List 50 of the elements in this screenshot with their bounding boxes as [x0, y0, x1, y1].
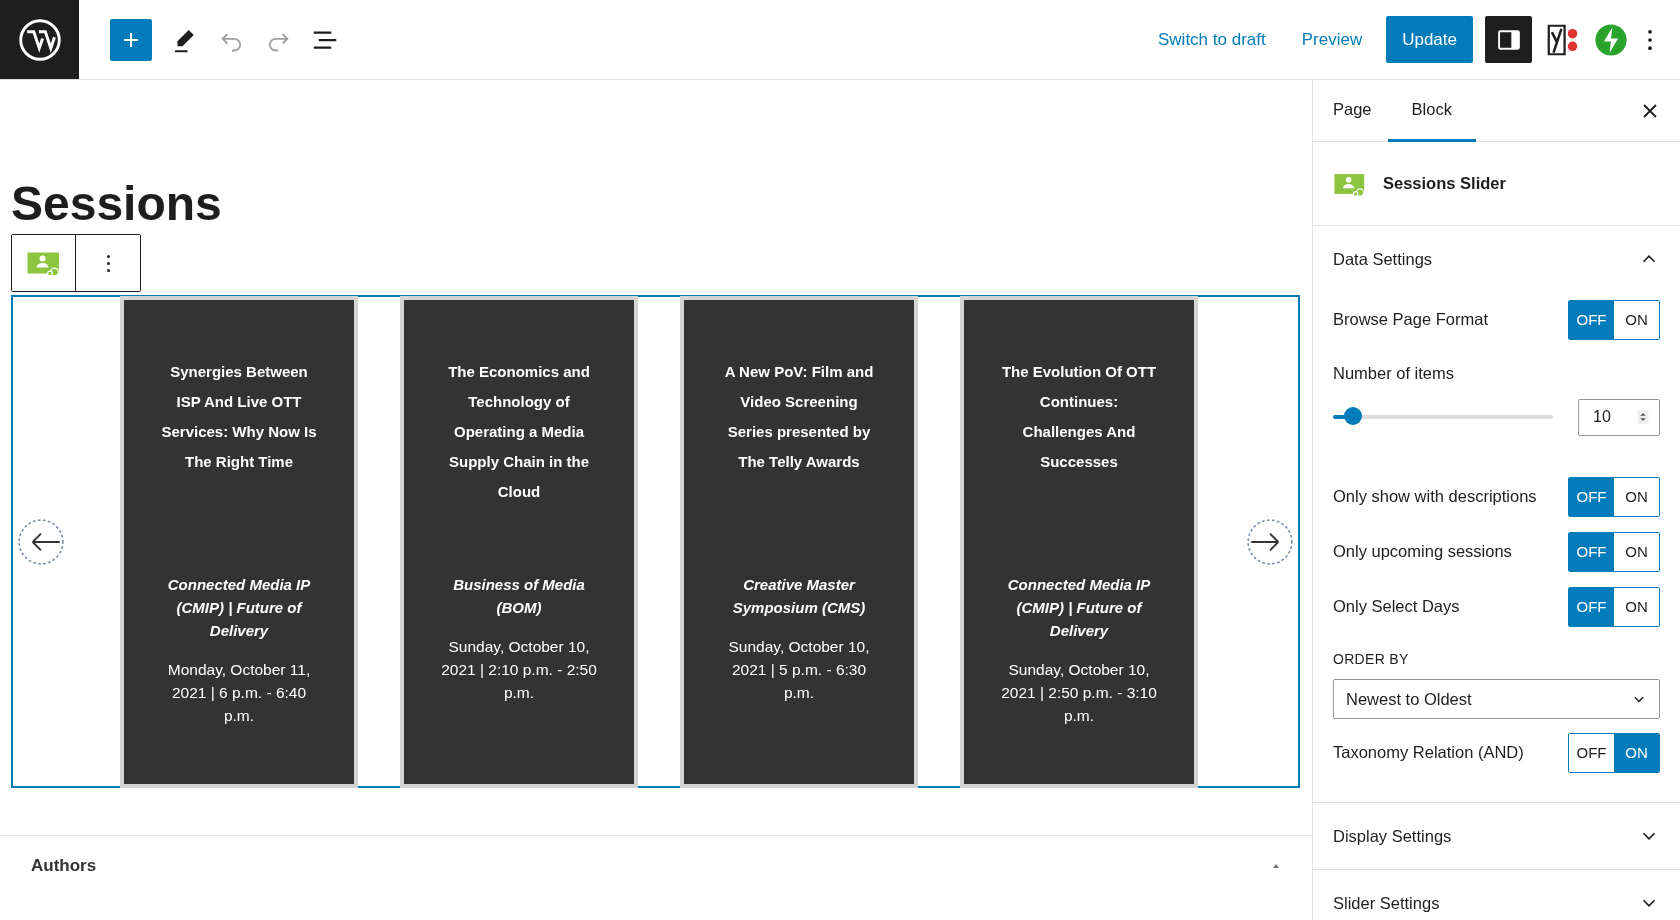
on-off-switch[interactable]: OFF ON — [1568, 531, 1660, 572]
lightning-bolt-icon[interactable] — [1594, 22, 1628, 57]
sessions-slider[interactable] — [11, 295, 1300, 788]
session-title: Synergies Between ISP And Live OTT Services: Why Now Is The Right Time — [160, 361, 318, 472]
session-date: Sunday, October 10, 2021 | 5 p.m. - 6:30 p.m. — [727, 636, 871, 703]
more-options-icon[interactable] — [1648, 29, 1652, 50]
session-track: Connected Media IP (CMIP) | Future of Delivery — [166, 574, 312, 641]
session-card[interactable]: The Economics and Technology of Operating a Media Supply Chain in the Cloud Business of Media (BOM) Sunday, October 10, 2021 | 2:10 p.m. - 2:50 p.m. — [404, 299, 634, 784]
page-title: Sessions — [11, 176, 222, 232]
header-link[interactable]: Switch to draft — [1146, 21, 1278, 58]
wordpress-logo-icon[interactable] — [17, 17, 62, 62]
header-link[interactable]: Preview — [1289, 21, 1375, 58]
slider-thumb[interactable] — [1343, 407, 1362, 425]
on-off-switch[interactable]: OFF ON — [1568, 732, 1660, 773]
session-track: Business of Media (BOM) — [452, 574, 586, 618]
setting-label: Only show with descriptions — [1333, 487, 1537, 506]
panel-header[interactable]: Data Settings — [1313, 226, 1680, 292]
setting-label: Number of items — [1333, 363, 1455, 383]
select-field[interactable]: Newest to Oldest — [1333, 679, 1660, 719]
sidebar-tab[interactable]: Block — [1387, 80, 1476, 142]
spinner-icon — [1635, 408, 1651, 426]
session-card[interactable]: The Evolution Of OTT Continues: Challenges And Successes Connected Media IP (CMIP) | Future of Delivery Sunday, October 10, 2021 | 2:50 p.m. - 3:10 p.m. — [964, 299, 1194, 784]
sidebar-tab[interactable]: Page — [1317, 80, 1388, 142]
session-track: Creative Master Symposium (CMS) — [731, 574, 867, 618]
more-options-icon — [106, 254, 110, 272]
block-name: Sessions Slider — [1383, 174, 1506, 193]
session-title: The Evolution Of OTT Continues: Challenges And Successes — [1000, 361, 1158, 472]
session-date: Monday, October 11, 2021 | 6 p.m. - 6:40 p.m. — [166, 659, 312, 726]
setting-label: ORDER BY — [1333, 650, 1410, 669]
setting-label: Taxonomy Relation (AND) — [1333, 743, 1524, 762]
panel-heading: Authors — [31, 856, 97, 876]
number-field[interactable]: 10 — [1578, 398, 1660, 436]
update-button[interactable]: Update — [1386, 16, 1473, 63]
session-date: Sunday, October 10, 2021 | 2:50 p.m. - 3:10 p.m. — [1000, 659, 1158, 726]
on-off-switch[interactable]: OFF ON — [1568, 476, 1660, 517]
session-date: Sunday, October 10, 2021 | 2:10 p.m. - 2:50 p.m. — [440, 636, 598, 703]
add-block-button[interactable] — [110, 18, 152, 61]
session-title: The Economics and Technology of Operating a Media Supply Chain in the Cloud — [447, 361, 591, 502]
setting-label: Browse Page Format — [1333, 310, 1488, 329]
setting-label: Only Select Days — [1333, 597, 1460, 616]
on-off-switch[interactable]: OFF ON — [1568, 586, 1660, 627]
on-off-switch[interactable]: OFF ON — [1568, 299, 1660, 340]
session-card[interactable]: Synergies Between ISP And Live OTT Services: Why Now Is The Right Time Connected Media IP (CMIP) | Future of Delivery Monday, October 11, 2021 | 6 p.m. - 6:40 p.m. — [124, 299, 354, 784]
setting-label: Only upcoming sessions — [1333, 542, 1512, 561]
panel-header[interactable]: Display Settings — [1313, 803, 1680, 869]
session-title: A New PoV: Film and Video Screening Series presented by The Telly Awards — [723, 361, 875, 472]
panel-header[interactable]: Slider Settings — [1313, 870, 1680, 920]
session-track: Connected Media IP (CMIP) | Future of Delivery — [1006, 574, 1152, 641]
session-card[interactable]: A New PoV: Film and Video Screening Series presented by The Telly Awards Creative Master Symposium (CMS) Sunday, October 10, 2021 | 5 p.m. - 6:30 p.m. — [684, 299, 914, 784]
settings-button[interactable] — [1485, 16, 1532, 63]
